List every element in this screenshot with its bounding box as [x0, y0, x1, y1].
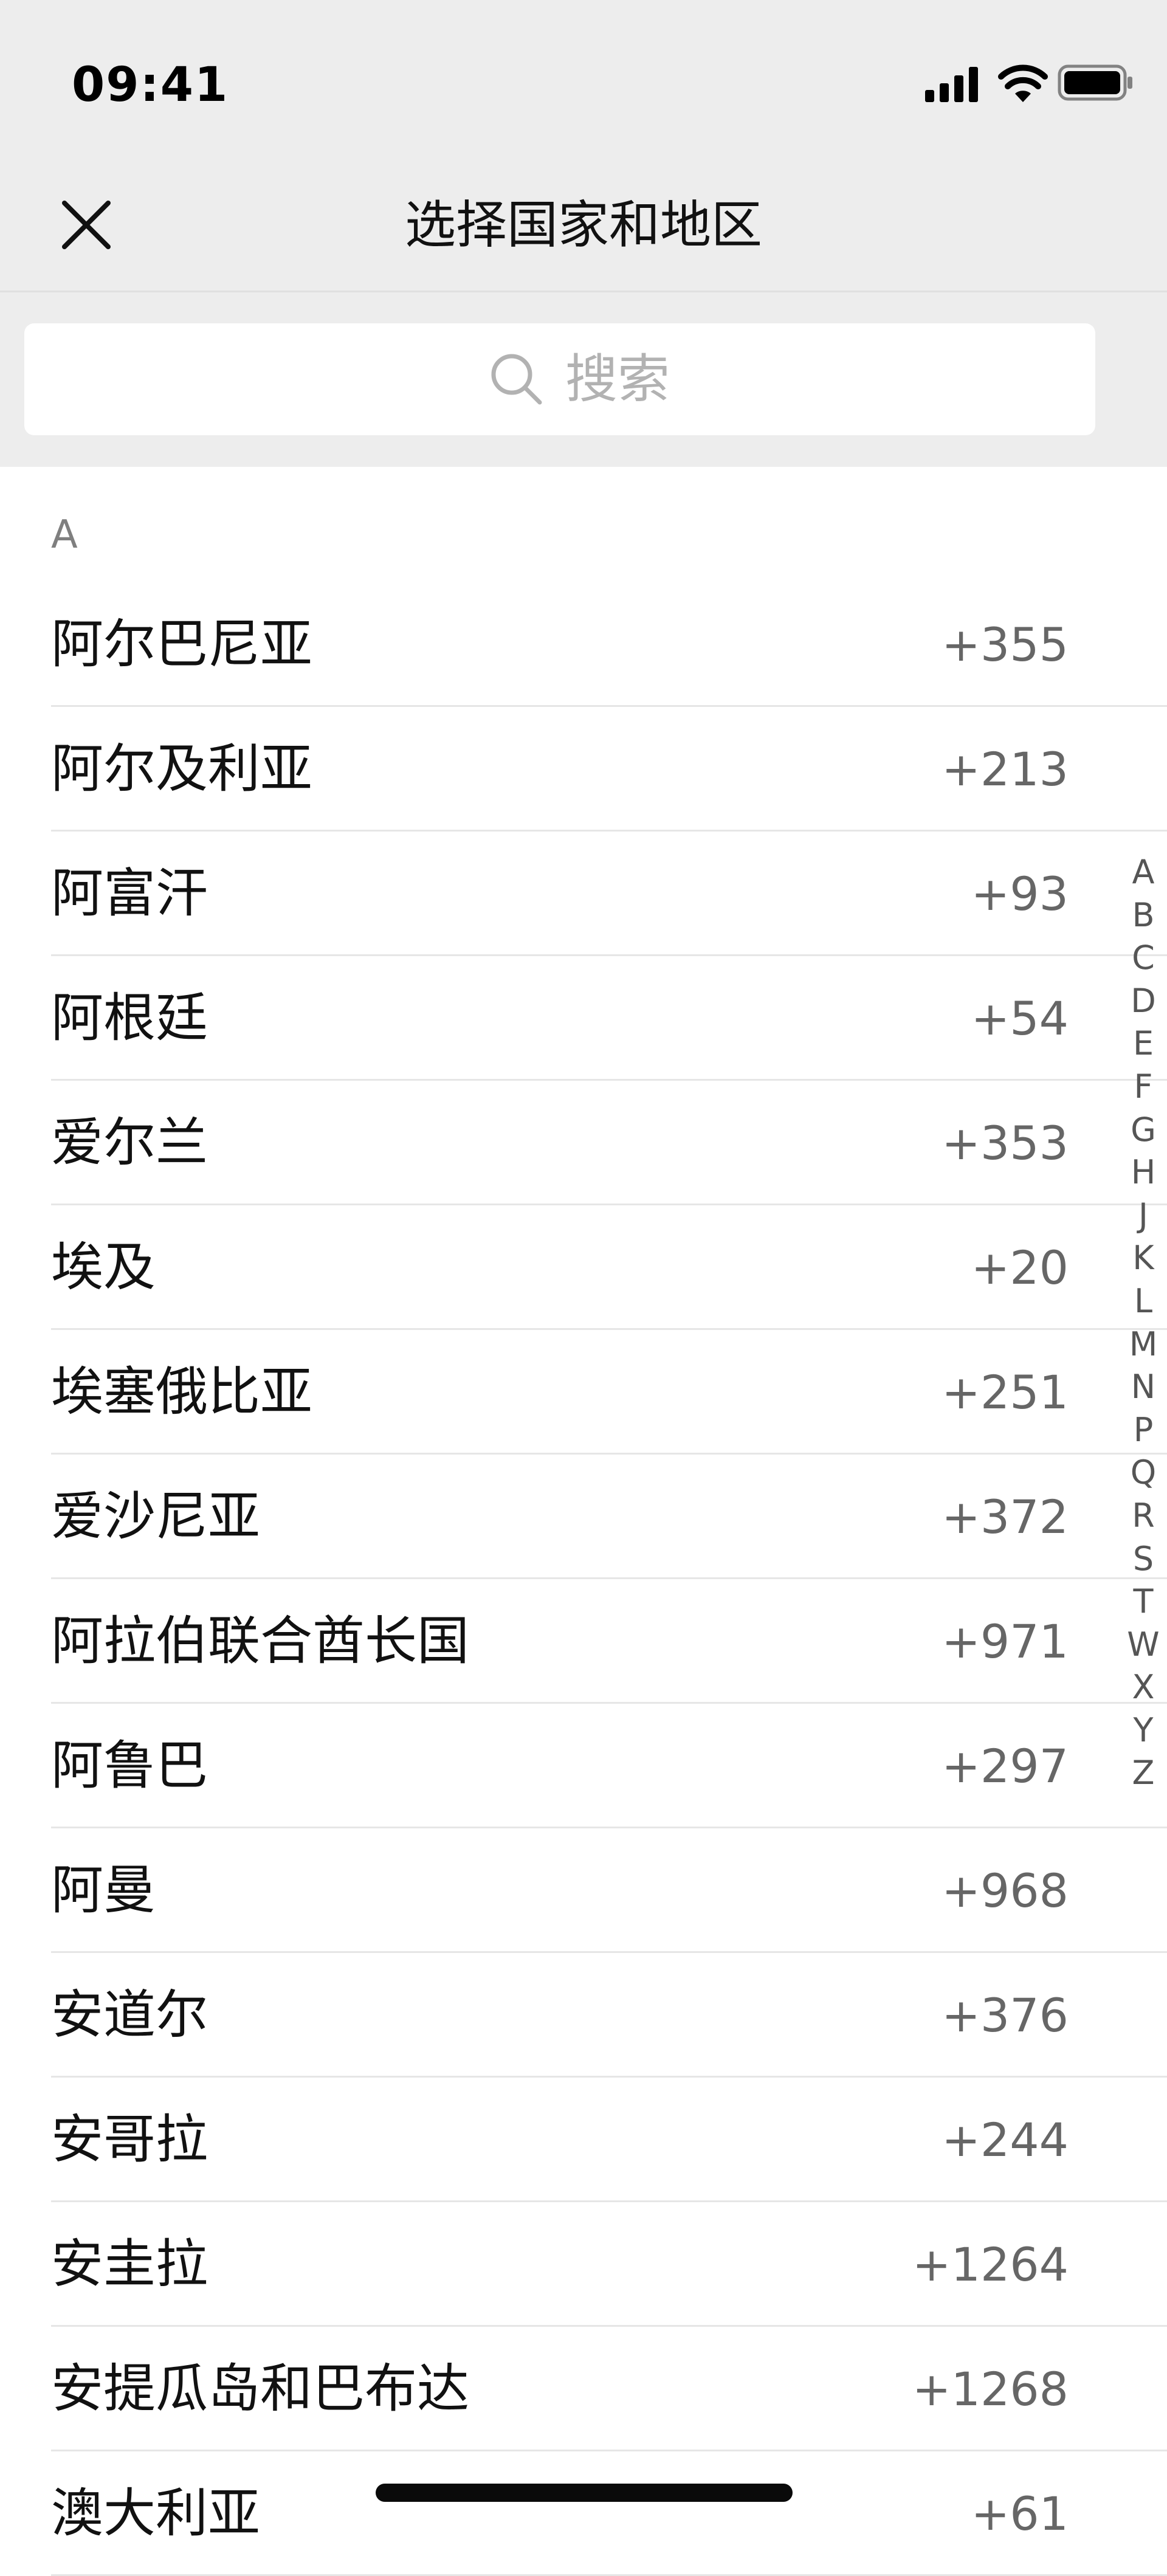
- country-name: 阿拉伯联合酋长国: [51, 1611, 469, 1672]
- index-letter[interactable]: F: [1122, 1066, 1165, 1109]
- country-row[interactable]: 阿富汗 +93: [0, 832, 1167, 956]
- index-letter[interactable]: W: [1122, 1624, 1165, 1667]
- index-letter[interactable]: J: [1122, 1194, 1165, 1238]
- country-name: 阿尔巴尼亚: [51, 614, 312, 675]
- index-letter[interactable]: S: [1122, 1538, 1165, 1581]
- country-name: 埃及: [51, 1237, 156, 1298]
- country-row[interactable]: 阿尔巴尼亚 +355: [0, 582, 1167, 707]
- signal-icon: [925, 67, 978, 102]
- country-code: +971: [942, 1614, 1069, 1669]
- nav-divider: [0, 291, 1167, 292]
- country-code: +355: [942, 618, 1069, 672]
- country-row[interactable]: 阿拉伯联合酋长国 +971: [0, 1579, 1167, 1704]
- country-code: +93: [971, 867, 1069, 921]
- home-indicator[interactable]: [376, 2484, 793, 2502]
- country-row[interactable]: 安哥拉 +244: [0, 2078, 1167, 2202]
- country-name: 阿鲁巴: [51, 1735, 208, 1796]
- country-code: +376: [942, 1988, 1069, 2042]
- country-code: +1264: [912, 2237, 1069, 2292]
- country-row[interactable]: 爱沙尼亚 +372: [0, 1455, 1167, 1579]
- index-letter[interactable]: L: [1122, 1280, 1165, 1323]
- country-row[interactable]: 安圭拉 +1264: [0, 2202, 1167, 2327]
- country-name: 澳大利亚: [51, 2483, 260, 2544]
- status-bar: 09:41: [0, 0, 1167, 164]
- country-row[interactable]: 埃及 +20: [0, 1205, 1167, 1330]
- country-code: +244: [942, 2113, 1069, 2167]
- country-name: 阿尔及利亚: [51, 739, 312, 799]
- section-header: A: [51, 512, 78, 557]
- index-letter[interactable]: K: [1122, 1237, 1165, 1280]
- index-letter[interactable]: P: [1122, 1409, 1165, 1452]
- country-row[interactable]: 阿鲁巴 +297: [0, 1704, 1167, 1828]
- country-code: +20: [971, 1241, 1069, 1295]
- index-letter[interactable]: T: [1122, 1580, 1165, 1624]
- country-row[interactable]: 阿尔及利亚 +213: [0, 707, 1167, 832]
- country-code: +251: [942, 1365, 1069, 1419]
- index-letter[interactable]: A: [1122, 851, 1165, 894]
- country-name: 爱沙尼亚: [51, 1486, 260, 1547]
- country-row[interactable]: 埃塞俄比亚 +251: [0, 1330, 1167, 1455]
- index-letter[interactable]: Z: [1122, 1752, 1165, 1795]
- alphabet-index[interactable]: A B C D E F G H J K L M N P Q R S T W X …: [1122, 851, 1165, 1795]
- country-code: +968: [942, 1864, 1069, 1918]
- country-code: +1268: [912, 2362, 1069, 2416]
- wifi-icon: [998, 64, 1048, 102]
- country-code: +353: [942, 1116, 1069, 1170]
- country-row[interactable]: 阿根廷 +54: [0, 956, 1167, 1081]
- country-row[interactable]: 澳大利亚 +61: [0, 2451, 1167, 2576]
- index-letter[interactable]: R: [1122, 1495, 1165, 1538]
- country-name: 阿根廷: [51, 988, 208, 1049]
- index-letter[interactable]: X: [1122, 1666, 1165, 1709]
- country-code: +213: [942, 742, 1069, 796]
- status-time: 09:41: [72, 58, 229, 112]
- country-row[interactable]: 安提瓜岛和巴布达 +1268: [0, 2327, 1167, 2451]
- search-box[interactable]: [24, 323, 1095, 435]
- index-letter[interactable]: N: [1122, 1366, 1165, 1409]
- country-name: 阿曼: [51, 1860, 156, 1921]
- index-letter[interactable]: E: [1122, 1022, 1165, 1066]
- country-name: 爱尔兰: [51, 1112, 208, 1173]
- index-letter[interactable]: C: [1122, 937, 1165, 980]
- country-code: +372: [942, 1490, 1069, 1544]
- country-row[interactable]: 安道尔 +376: [0, 1953, 1167, 2078]
- index-letter[interactable]: Y: [1122, 1709, 1165, 1752]
- country-row[interactable]: 爱尔兰 +353: [0, 1081, 1167, 1205]
- index-letter[interactable]: G: [1122, 1109, 1165, 1152]
- country-name: 阿富汗: [51, 863, 208, 924]
- page-title: 选择国家和地区: [404, 195, 762, 255]
- country-code: +297: [942, 1739, 1069, 1793]
- country-name: 埃塞俄比亚: [51, 1362, 312, 1422]
- index-letter[interactable]: B: [1122, 894, 1165, 937]
- country-code: +61: [971, 2487, 1069, 2541]
- country-row[interactable]: 阿曼 +968: [0, 1828, 1167, 1953]
- country-code: +54: [971, 991, 1069, 1045]
- country-name: 安道尔: [51, 1985, 208, 2045]
- country-list: 阿尔巴尼亚 +355 阿尔及利亚 +213 阿富汗 +93 阿根廷 +54 爱尔…: [0, 582, 1167, 2576]
- index-letter[interactable]: M: [1122, 1323, 1165, 1366]
- index-letter[interactable]: D: [1122, 980, 1165, 1023]
- search-icon: [491, 354, 542, 405]
- search-input[interactable]: [565, 342, 869, 417]
- country-name: 安哥拉: [51, 2109, 208, 2170]
- battery-icon: [1058, 64, 1132, 101]
- country-name: 安圭拉: [51, 2234, 208, 2295]
- index-letter[interactable]: Q: [1122, 1452, 1165, 1495]
- index-letter[interactable]: H: [1122, 1151, 1165, 1194]
- country-name: 安提瓜岛和巴布达: [51, 2358, 469, 2419]
